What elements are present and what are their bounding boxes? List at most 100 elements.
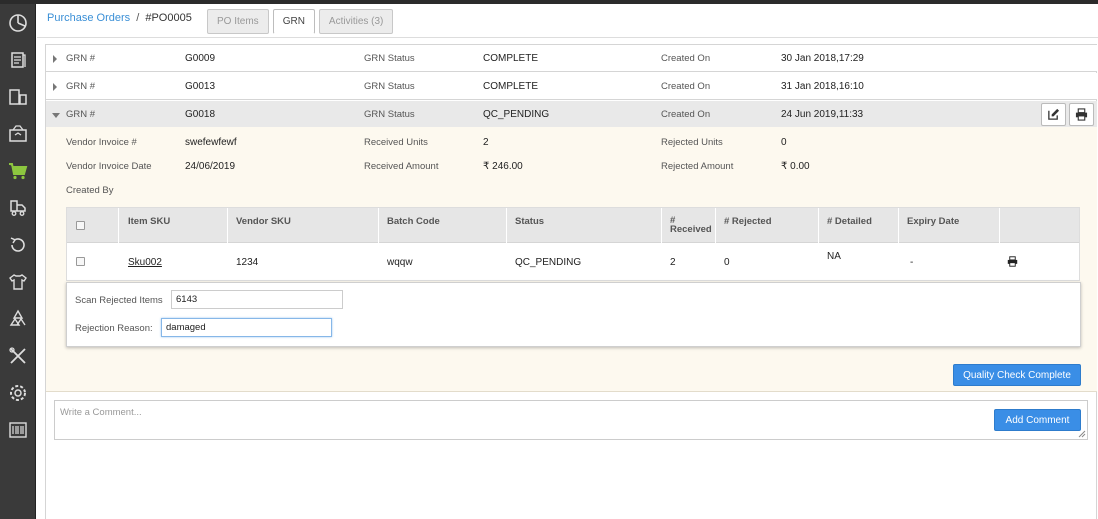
grn-number-label: GRN # <box>66 109 96 120</box>
table-header: Item SKU Vendor SKU Batch Code Status # … <box>67 208 1079 243</box>
created-by-label: Created By <box>66 185 114 196</box>
add-comment-button[interactable]: Add Comment <box>994 409 1081 431</box>
tab-activities[interactable]: Activities (3) <box>318 9 394 34</box>
quality-check-complete-button[interactable]: Quality Check Complete <box>953 364 1081 386</box>
header-divider <box>37 37 1098 38</box>
vendor-invoice-date-value: 24/06/2019 <box>185 161 236 172</box>
grn-status: QC_PENDING <box>483 109 550 120</box>
batch-code-cell: wqqw <box>387 257 413 268</box>
orders-icon[interactable] <box>0 41 36 78</box>
header-batch-code: Batch Code <box>379 208 507 243</box>
catalog-icon[interactable] <box>0 78 36 115</box>
grn-status: COMPLETE <box>483 81 539 92</box>
header-detailed: # Detailed <box>819 208 899 243</box>
expand-caret-icon[interactable] <box>53 55 57 63</box>
grn-row[interactable]: GRN # G0009 GRN Status COMPLETE Created … <box>46 45 1097 72</box>
tab-po-items[interactable]: PO Items <box>207 9 269 34</box>
grn-row-expanded[interactable]: GRN # G0018 GRN Status QC_PENDING Create… <box>46 101 1097 128</box>
grn-status-label: GRN Status <box>364 109 415 120</box>
edit-icon <box>1048 108 1060 120</box>
rejection-card: Scan Rejected Items 6143 Rejection Reaso… <box>66 282 1081 347</box>
grn-status-label: GRN Status <box>364 81 415 92</box>
created-on-label: Created On <box>661 81 711 92</box>
grn-detail-section: Vendor Invoice # swefewfewf Received Uni… <box>46 127 1097 392</box>
breadcrumb-current: #PO0005 <box>145 12 192 24</box>
created-on-label: Created On <box>661 53 711 64</box>
header-rejected: # Rejected <box>716 208 819 243</box>
vendor-sku-cell: 1234 <box>236 257 259 268</box>
grn-status-label: GRN Status <box>364 53 415 64</box>
recycle-icon[interactable] <box>0 300 36 337</box>
header-received-label: Received <box>670 224 712 235</box>
breadcrumb-separator: / <box>136 12 140 24</box>
grn-number: G0009 <box>185 53 216 64</box>
rejection-reason-label: Rejection Reason: <box>75 323 153 334</box>
returns-icon[interactable] <box>0 226 36 263</box>
grn-row[interactable]: GRN # G0013 GRN Status COMPLETE Created … <box>46 73 1097 100</box>
edit-button[interactable] <box>1041 103 1066 126</box>
header-vendor-sku: Vendor SKU <box>228 208 379 243</box>
resize-grip-icon[interactable] <box>1078 430 1086 438</box>
dashboard-icon[interactable] <box>0 4 36 41</box>
rejected-amount-value: ₹ 0.00 <box>781 161 810 172</box>
print-button[interactable] <box>1069 103 1094 126</box>
expiry-cell: - <box>910 257 914 268</box>
item-sku-link[interactable]: Sku002 <box>128 257 162 268</box>
table-row: Sku002 1234 wqqw QC_PENDING 2 0 NA - <box>67 244 1079 281</box>
select-all-checkbox[interactable] <box>76 221 85 230</box>
breadcrumb: Purchase Orders / #PO0005 <box>47 12 192 24</box>
vendor-invoice-date-label: Vendor Invoice Date <box>66 161 152 172</box>
received-amount-label: Received Amount <box>364 161 439 172</box>
created-on: 31 Jan 2018,16:10 <box>781 81 864 92</box>
grn-number: G0013 <box>185 81 216 92</box>
received-units-label: Received Units <box>364 137 428 148</box>
apparel-icon[interactable] <box>0 263 36 300</box>
grn-items-table: Item SKU Vendor SKU Batch Code Status # … <box>66 207 1080 281</box>
print-icon <box>1075 108 1088 121</box>
detailed-cell: NA <box>827 251 841 262</box>
created-on-label: Created On <box>661 109 711 120</box>
created-on: 24 Jun 2019,11:33 <box>781 109 864 120</box>
comment-placeholder: Write a Comment... <box>60 407 142 418</box>
grn-panel: GRN # G0009 GRN Status COMPLETE Created … <box>45 44 1097 519</box>
purchase-cart-icon[interactable] <box>0 152 36 189</box>
row-checkbox[interactable] <box>76 257 85 266</box>
header-status: Status <box>507 208 662 243</box>
header-item-sku: Item SKU <box>120 208 228 243</box>
rejected-units-value: 0 <box>781 137 787 148</box>
vendor-invoice-value: swefewfewf <box>185 137 237 148</box>
rejection-reason-input[interactable]: damaged <box>161 318 332 337</box>
comment-textarea[interactable]: Write a Comment... <box>54 400 1088 440</box>
received-cell: 2 <box>670 257 676 268</box>
header-select-cell <box>67 208 119 243</box>
scan-rejected-items-input[interactable]: 6143 <box>171 290 343 309</box>
status-cell: QC_PENDING <box>515 257 582 268</box>
inventory-icon[interactable] <box>0 115 36 152</box>
received-amount-value: ₹ 246.00 <box>483 161 523 172</box>
tab-bar: PO Items GRN Activities (3) <box>207 9 394 34</box>
grn-number-label: GRN # <box>66 53 96 64</box>
header-expiry-date: Expiry Date <box>899 208 1000 243</box>
header-actions <box>1000 208 1079 243</box>
barcode-icon[interactable] <box>0 411 36 448</box>
vendor-invoice-label: Vendor Invoice # <box>66 137 137 148</box>
scan-rejected-items-label: Scan Rejected Items <box>75 295 163 306</box>
sidebar <box>0 4 36 519</box>
created-on: 30 Jan 2018,17:29 <box>781 53 864 64</box>
shipping-icon[interactable] <box>0 189 36 226</box>
row-print-icon[interactable] <box>1007 256 1018 270</box>
tab-grn[interactable]: GRN <box>272 9 315 34</box>
expand-caret-icon[interactable] <box>53 83 57 91</box>
grn-number: G0018 <box>185 109 216 120</box>
rejected-cell: 0 <box>724 257 730 268</box>
grn-status: COMPLETE <box>483 53 539 64</box>
collapse-caret-icon[interactable] <box>52 113 60 118</box>
grn-number-label: GRN # <box>66 81 96 92</box>
received-units-value: 2 <box>483 137 489 148</box>
breadcrumb-purchase-orders-link[interactable]: Purchase Orders <box>47 12 130 24</box>
rejected-amount-label: Rejected Amount <box>661 161 734 172</box>
header-received: # Received <box>662 208 716 243</box>
tools-icon[interactable] <box>0 337 36 374</box>
main-content: Purchase Orders / #PO0005 PO Items GRN A… <box>37 4 1098 519</box>
settings-icon[interactable] <box>0 374 36 411</box>
